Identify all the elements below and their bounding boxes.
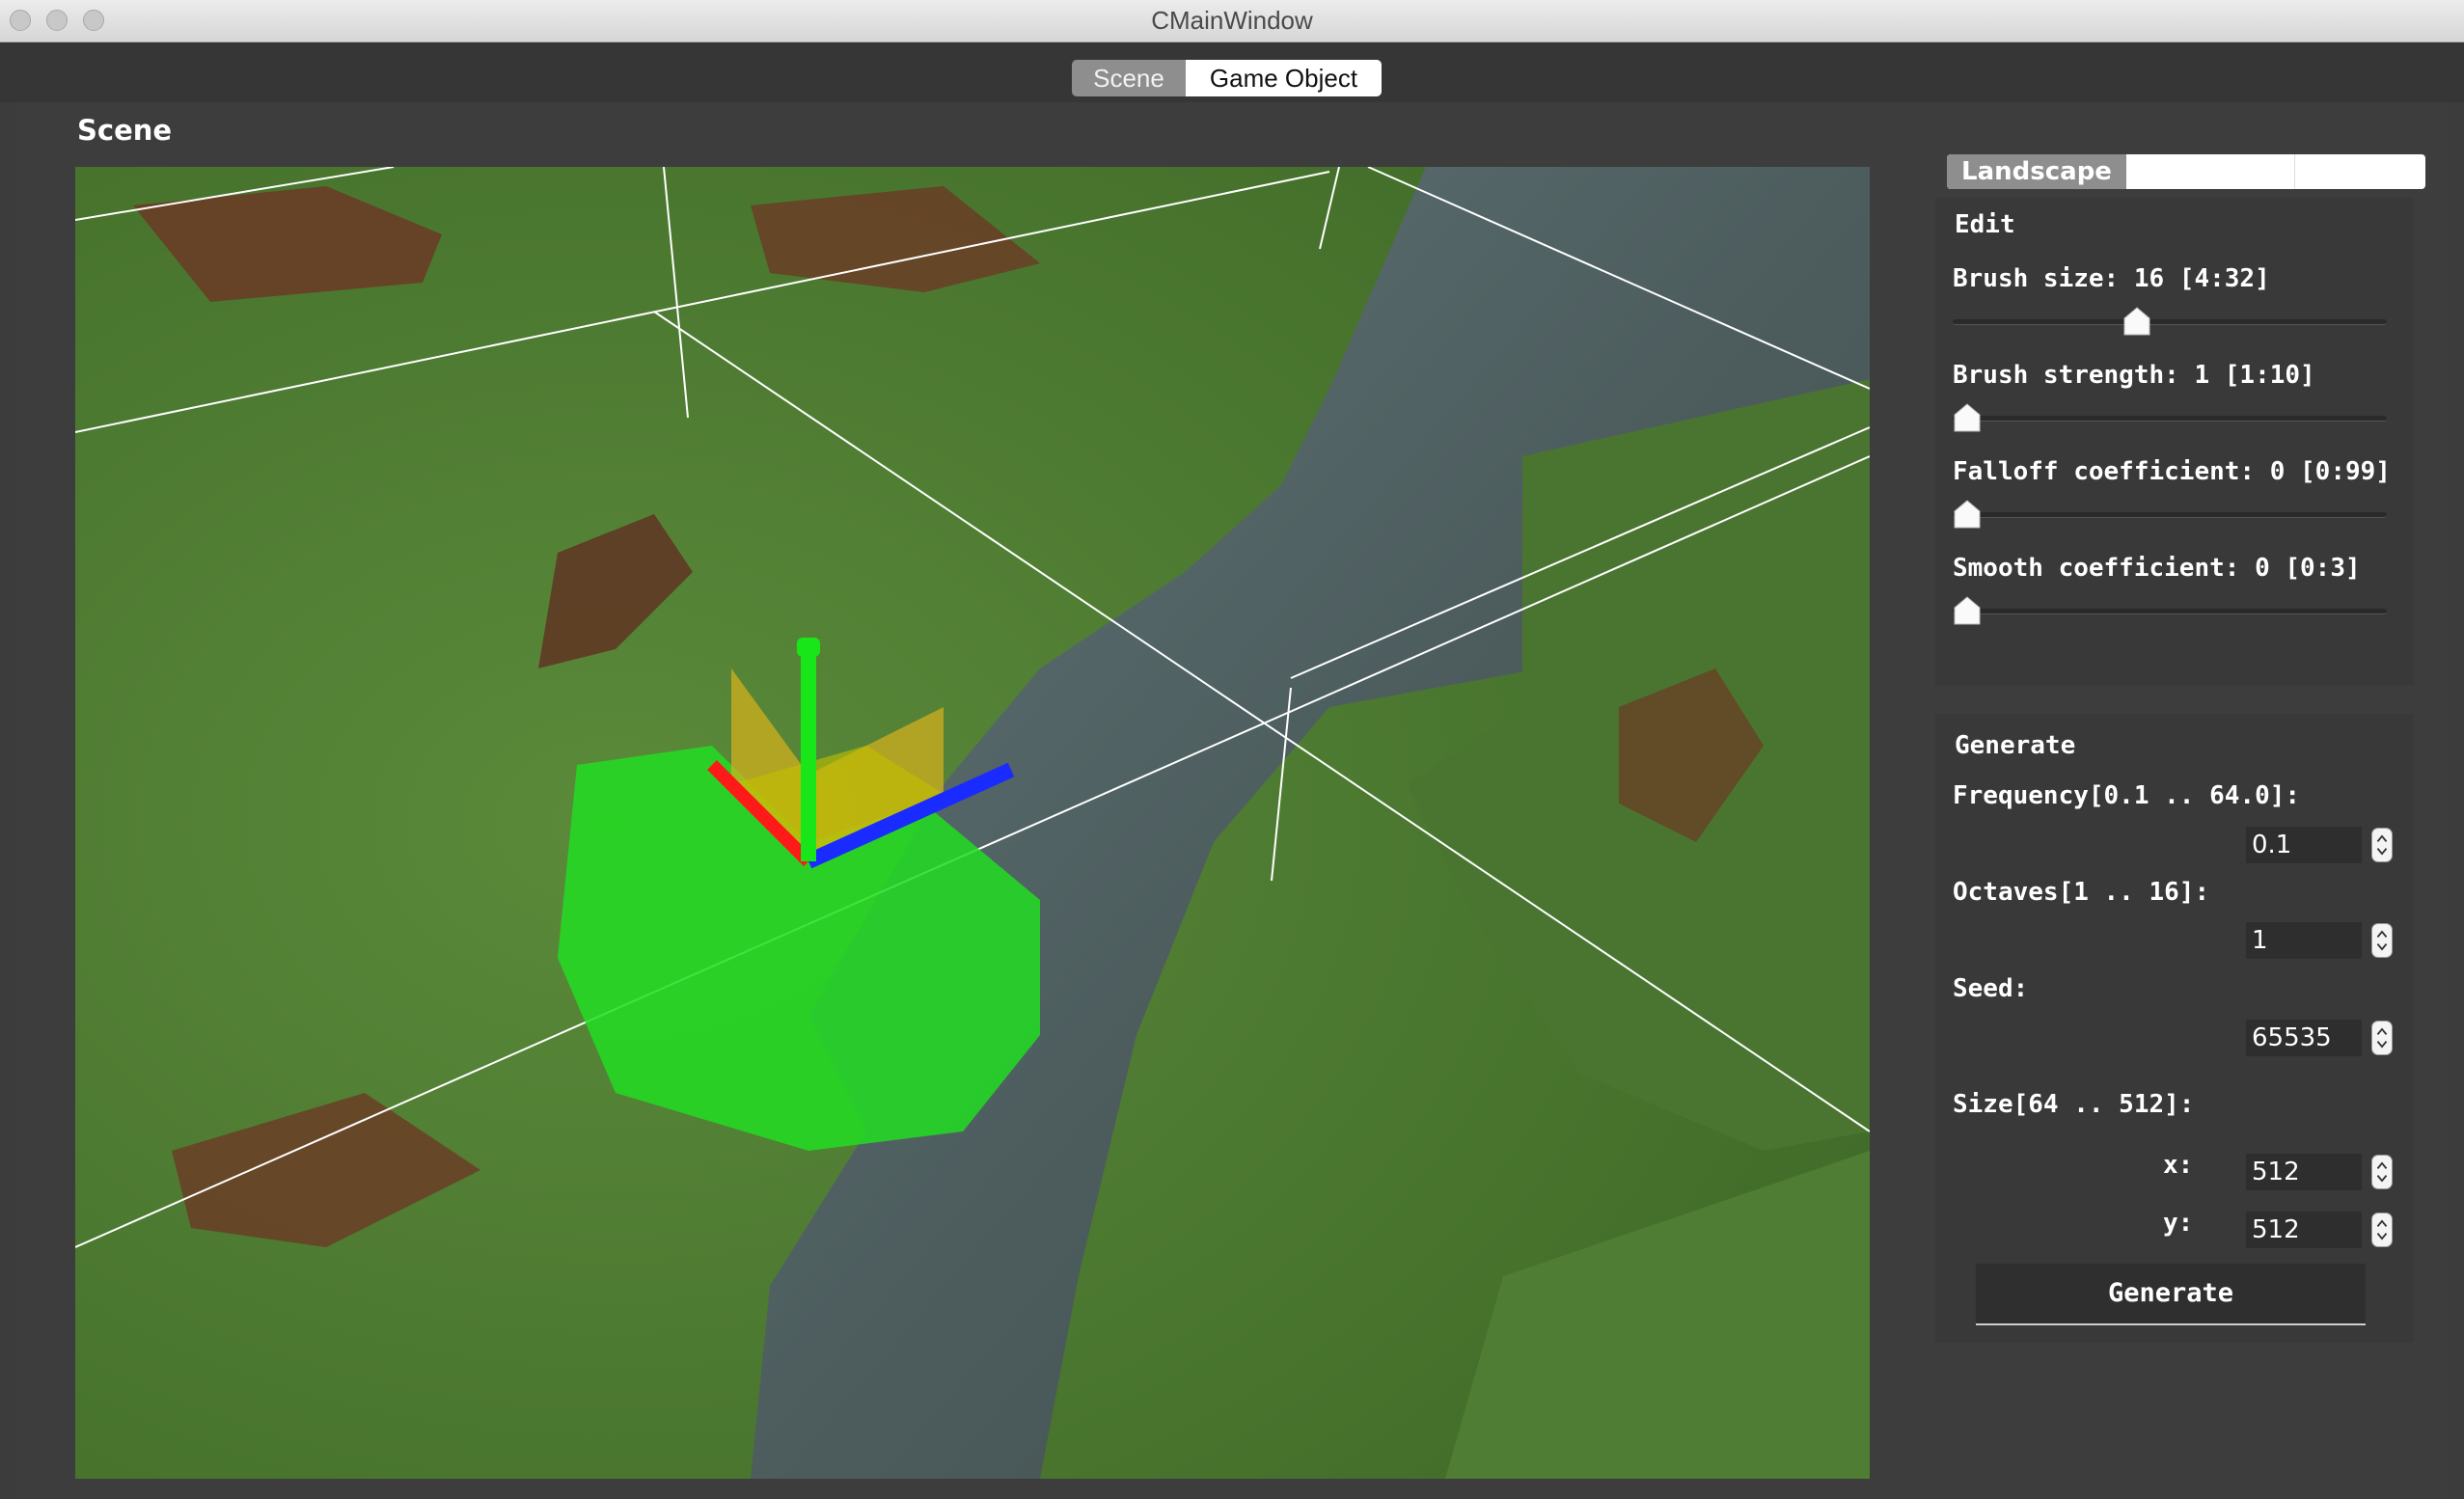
scene-viewport[interactable] — [75, 167, 1870, 1479]
smooth-coefficient-label: Smooth coefficient: 0 [0:3] — [1953, 554, 2361, 583]
slider-thumb-icon[interactable] — [1953, 596, 1982, 625]
brush-strength-slider[interactable] — [1953, 403, 2387, 432]
falloff-coefficient-label: Falloff coefficient: 0 [0:99] — [1953, 457, 2391, 486]
size-x-spinbox[interactable]: 512 — [2246, 1154, 2396, 1190]
slider-thumb-icon[interactable] — [2122, 307, 2151, 336]
spin-arrows-icon[interactable] — [2371, 828, 2393, 862]
frequency-label: Frequency[0.1 .. 64.0]: — [1953, 781, 2301, 810]
slider-thumb-icon[interactable] — [1953, 403, 1982, 432]
edit-group-title: Edit — [1955, 210, 2015, 239]
panel-tab-bar: Landscape — [1947, 154, 2425, 189]
spin-arrows-icon[interactable] — [2371, 1021, 2393, 1055]
tab-landscape[interactable]: Landscape — [1947, 154, 2126, 189]
brush-size-slider[interactable] — [1953, 307, 2387, 336]
generate-button[interactable]: Generate — [1976, 1264, 2366, 1325]
brush-size-label: Brush size: 16 [4:32] — [1953, 264, 2270, 293]
octaves-spinbox[interactable]: 1 — [2246, 922, 2396, 959]
spin-arrows-icon[interactable] — [2371, 1213, 2393, 1247]
tab-blank-1[interactable] — [2126, 154, 2295, 189]
brush-strength-label: Brush strength: 1 [1:10] — [1953, 361, 2315, 390]
size-label: Size[64 .. 512]: — [1953, 1090, 2195, 1119]
terrain-render — [75, 167, 1870, 1479]
size-x-input[interactable]: 512 — [2246, 1154, 2362, 1190]
spin-arrows-icon[interactable] — [2371, 1155, 2393, 1189]
tab-blank-2[interactable] — [2294, 154, 2425, 189]
slider-track — [1953, 319, 2387, 325]
generate-group-title: Generate — [1955, 731, 2076, 760]
tab-scene[interactable]: Scene — [1072, 60, 1186, 96]
frequency-spinbox[interactable]: 0.1 — [2246, 827, 2396, 863]
title-bar: CMainWindow — [0, 0, 2464, 42]
slider-track — [1953, 609, 2387, 614]
size-x-label: x: — [2163, 1151, 2194, 1180]
size-y-label: y: — [2163, 1209, 2194, 1238]
scene-heading: Scene — [77, 114, 173, 147]
frequency-input[interactable]: 0.1 — [2246, 827, 2362, 863]
seed-spinbox[interactable]: 65535 — [2246, 1020, 2396, 1056]
tab-game-object[interactable]: Game Object — [1186, 60, 1382, 96]
window-title: CMainWindow — [1151, 6, 1313, 35]
seed-label: Seed: — [1953, 974, 2029, 1003]
slider-thumb-icon[interactable] — [1953, 500, 1982, 529]
slider-track — [1953, 416, 2387, 422]
seed-input[interactable]: 65535 — [2246, 1020, 2362, 1056]
slider-track — [1953, 512, 2387, 518]
size-y-spinbox[interactable]: 512 — [2246, 1212, 2396, 1248]
falloff-coefficient-slider[interactable] — [1953, 500, 2387, 529]
main-window: CMainWindow Scene Game Object Scene Land… — [0, 0, 2464, 1499]
spin-arrows-icon[interactable] — [2371, 923, 2393, 958]
octaves-label: Octaves[1 .. 16]: — [1953, 878, 2210, 907]
smooth-coefficient-slider[interactable] — [1953, 596, 2387, 625]
size-y-input[interactable]: 512 — [2246, 1212, 2362, 1248]
octaves-input[interactable]: 1 — [2246, 922, 2362, 959]
